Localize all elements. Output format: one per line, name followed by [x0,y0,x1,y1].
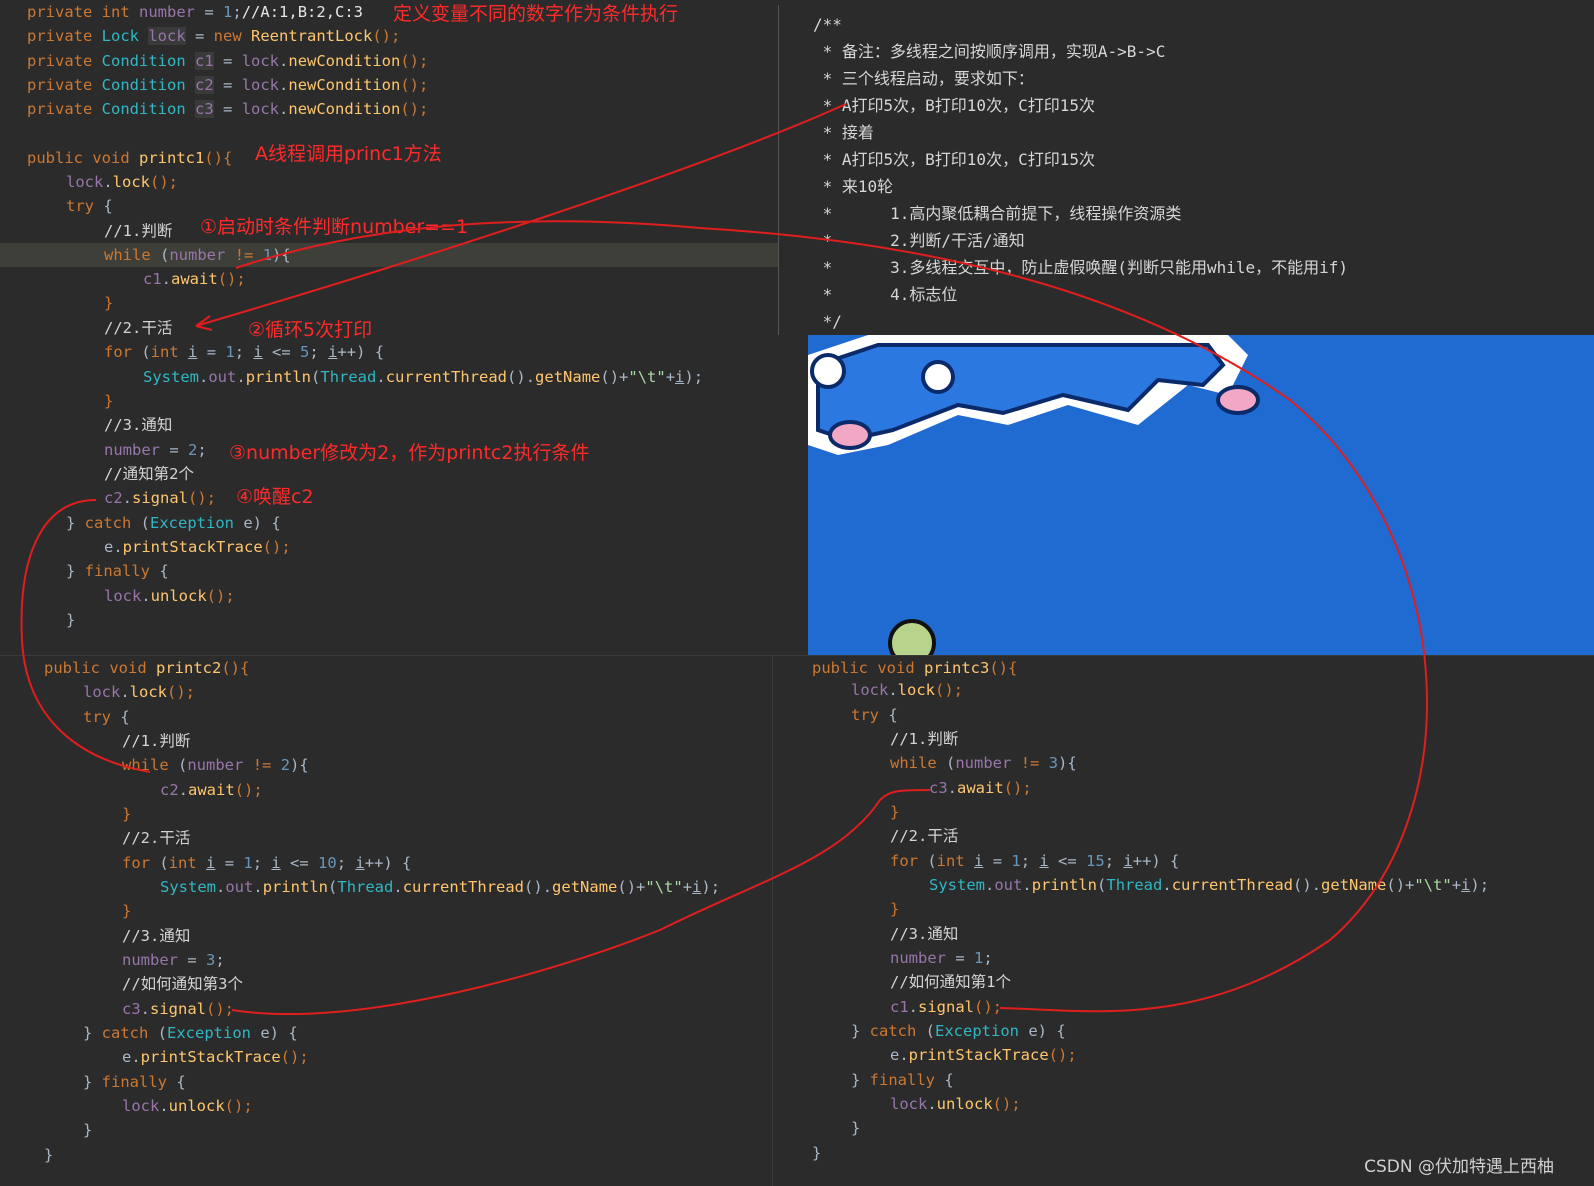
code-line: } [104,392,114,410]
code-line: c2.signal(); [104,489,217,507]
code-line: } [104,294,114,312]
code-line: public void printc3(){ [812,659,1018,677]
code-line: } [851,1119,861,1137]
code-line: //1.判断 [890,730,959,748]
annotation-step-3: ③number修改为2，作为printc2执行条件 [229,442,590,464]
watermark: CSDN @伏加特遇上西柚 [1364,1157,1554,1177]
code-line: } catch (Exception e) { [851,1022,1066,1040]
code-line: lock.unlock(); [122,1097,253,1115]
code-line: } [44,1146,54,1164]
code-line: c1.await(); [143,270,246,288]
code-line: //3.通知 [122,927,191,945]
code-line: System.out.println(Thread.currentThread(… [143,368,704,386]
code-line: //如何通知第3个 [122,975,243,993]
background-image [808,335,1594,655]
code-line: } [890,803,900,821]
code-line: for (int i = 1; i <= 5; i++) { [104,343,385,361]
code-line: } [812,1144,822,1162]
code-line: public void printc2(){ [44,659,250,677]
code-line: //2.干活 [122,829,191,847]
code-panel-printc1: private int number = 1;//A:1,B:2,C:3 pri… [0,0,778,655]
annotation-step-1: ①启动时条件判断number==1 [200,216,469,238]
doc-line: * 三个线程启动，要求如下： [813,69,1034,88]
code-line: //如何通知第1个 [890,973,1011,991]
code-line: c1.signal(); [890,998,1003,1016]
code-panel-printc3: public void printc3(){ lock.lock(); try … [773,655,1594,1186]
code-line: lock.lock(); [83,683,195,701]
code-line: e.printStackTrace(); [890,1046,1077,1064]
annotation-step-2: ②循环5次打印 [248,319,373,341]
code-line: } catch (Exception e) { [83,1024,298,1042]
code-line: for (int i = 1; i <= 10; i++) { [122,854,412,872]
doc-line: * 来10轮 [813,177,894,196]
code-line: while (number != 2){ [122,756,309,774]
code-line: private Condition c2 = lock.newCondition… [27,76,429,94]
code-line: private Condition c3 = lock.newCondition… [27,100,429,118]
code-line: public void printc1(){ [27,149,233,167]
code-line: } [83,1121,93,1139]
code-line: } [122,805,132,823]
code-line: lock.lock(); [66,173,178,191]
code-line: number = 2; [104,441,207,459]
doc-line: * 4.标志位 [813,285,958,304]
code-line: for (int i = 1; i <= 15; i++) { [890,852,1180,870]
code-line: //3.通知 [890,925,959,943]
doc-line: * 接着 [813,123,874,142]
doc-line: * 2.判断/干活/通知 [813,231,1025,250]
code-line: } [122,902,132,920]
code-line: private int number = 1;//A:1,B:2,C:3 [27,3,364,21]
code-line: System.out.println(Thread.currentThread(… [929,876,1490,894]
code-line: lock.unlock(); [104,587,235,605]
code-line: //1.判断 [104,222,173,240]
code-line: try { [66,197,113,215]
code-line: //2.干活 [890,827,959,845]
code-line: //3.通知 [104,416,173,434]
code-line: number = 1; [890,949,993,967]
code-line: } finally { [851,1071,954,1089]
doc-line: * 3.多线程交互中，防止虚假唤醒(判断只能用while，不能用if) [813,258,1349,277]
code-line: number = 3; [122,951,225,969]
code-line: } [890,900,900,918]
doc-line: */ [813,312,842,331]
code-line: } [66,611,76,629]
code-line: private Condition c1 = lock.newCondition… [27,52,429,70]
code-line: try { [851,706,898,724]
code-line: } finally { [66,562,169,580]
code-line: //通知第2个 [104,465,194,483]
code-line: lock.unlock(); [890,1095,1021,1113]
code-line: while (number != 1){ [104,246,291,264]
doc-line: /** [813,15,842,34]
code-line: e.printStackTrace(); [122,1048,309,1066]
code-line: c3.await(); [929,779,1032,797]
doc-line: * A打印5次，B打印10次，C打印15次 [813,96,1095,115]
editor-strip [778,335,808,655]
doc-comment-panel: /** * 备注：多线程之间按顺序调用，实现A->B->C * 三个线程启动，要… [778,5,1594,335]
doc-line: * A打印5次，B打印10次，C打印15次 [813,150,1095,169]
annotation-variable: 定义变量不同的数字作为条件执行 [393,3,679,25]
annotation-thread-a: A线程调用princ1方法 [255,143,442,165]
code-line: try { [83,708,130,726]
doc-line: * 备注：多线程之间按顺序调用，实现A->B->C [813,42,1166,61]
annotation-step-4: ④唤醒c2 [236,486,314,508]
cartoon-art [808,335,1260,655]
code-line: //1.判断 [122,732,191,750]
code-panel-printc2: public void printc2(){ lock.lock(); try … [0,655,773,1186]
code-line: } finally { [83,1073,186,1091]
code-line: System.out.println(Thread.currentThread(… [160,878,721,896]
code-line: } catch (Exception e) { [66,514,281,532]
code-line: //2.干活 [104,319,173,337]
code-line: c2.await(); [160,781,263,799]
code-line: private Lock lock = new ReentrantLock(); [27,27,401,45]
code-line: lock.lock(); [851,681,963,699]
code-line: while (number != 3){ [890,754,1077,772]
doc-line: * 1.高内聚低耦合前提下，线程操作资源类 [813,204,1182,223]
code-line: e.printStackTrace(); [104,538,291,556]
code-line: c3.signal(); [122,1000,235,1018]
